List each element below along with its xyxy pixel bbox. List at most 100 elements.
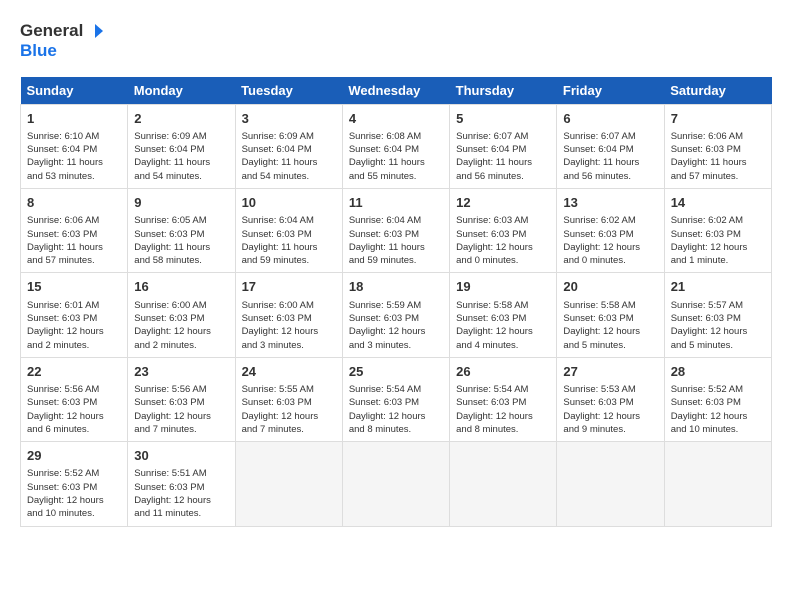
calendar-cell: 28 Sunrise: 5:52 AM Sunset: 6:03 PM Dayli…	[664, 357, 771, 441]
day-number: 4	[349, 110, 443, 128]
day-info: Sunrise: 5:54 AM Sunset: 6:03 PM Dayligh…	[456, 383, 550, 436]
page-header: General Blue	[20, 20, 772, 61]
day-number: 15	[27, 278, 121, 296]
calendar-cell: 7 Sunrise: 6:06 AM Sunset: 6:03 PM Daylig…	[664, 104, 771, 188]
day-info: Sunrise: 5:52 AM Sunset: 6:03 PM Dayligh…	[27, 467, 121, 520]
col-header-sunday: Sunday	[21, 77, 128, 105]
day-info: Sunrise: 6:04 AM Sunset: 6:03 PM Dayligh…	[242, 214, 336, 267]
day-info: Sunrise: 5:58 AM Sunset: 6:03 PM Dayligh…	[456, 299, 550, 352]
day-number: 26	[456, 363, 550, 381]
day-info: Sunrise: 5:54 AM Sunset: 6:03 PM Dayligh…	[349, 383, 443, 436]
day-number: 17	[242, 278, 336, 296]
calendar-cell	[450, 442, 557, 526]
day-number: 1	[27, 110, 121, 128]
calendar-cell	[342, 442, 449, 526]
calendar-cell: 14 Sunrise: 6:02 AM Sunset: 6:03 PM Dayli…	[664, 189, 771, 273]
calendar-cell: 25 Sunrise: 5:54 AM Sunset: 6:03 PM Dayli…	[342, 357, 449, 441]
day-info: Sunrise: 5:57 AM Sunset: 6:03 PM Dayligh…	[671, 299, 765, 352]
calendar-cell: 20 Sunrise: 5:58 AM Sunset: 6:03 PM Dayli…	[557, 273, 664, 357]
day-number: 29	[27, 447, 121, 465]
calendar-cell: 6 Sunrise: 6:07 AM Sunset: 6:04 PM Daylig…	[557, 104, 664, 188]
calendar-cell: 17 Sunrise: 6:00 AM Sunset: 6:03 PM Dayli…	[235, 273, 342, 357]
day-info: Sunrise: 5:52 AM Sunset: 6:03 PM Dayligh…	[671, 383, 765, 436]
day-number: 14	[671, 194, 765, 212]
calendar-cell: 27 Sunrise: 5:53 AM Sunset: 6:03 PM Dayli…	[557, 357, 664, 441]
day-info: Sunrise: 5:59 AM Sunset: 6:03 PM Dayligh…	[349, 299, 443, 352]
calendar-cell: 12 Sunrise: 6:03 AM Sunset: 6:03 PM Dayli…	[450, 189, 557, 273]
day-info: Sunrise: 6:01 AM Sunset: 6:03 PM Dayligh…	[27, 299, 121, 352]
calendar-cell: 24 Sunrise: 5:55 AM Sunset: 6:03 PM Dayli…	[235, 357, 342, 441]
calendar-cell: 1Sunrise: 6:10 AM Sunset: 6:04 PM Daylig…	[21, 104, 128, 188]
calendar-cell: 30 Sunrise: 5:51 AM Sunset: 6:03 PM Dayli…	[128, 442, 235, 526]
day-number: 21	[671, 278, 765, 296]
calendar-cell: 23Sunrise: 5:56 AM Sunset: 6:03 PM Dayli…	[128, 357, 235, 441]
calendar-cell: 3 Sunrise: 6:09 AM Sunset: 6:04 PM Daylig…	[235, 104, 342, 188]
day-number: 18	[349, 278, 443, 296]
col-header-thursday: Thursday	[450, 77, 557, 105]
calendar-cell: 4 Sunrise: 6:08 AM Sunset: 6:04 PM Daylig…	[342, 104, 449, 188]
day-info: Sunrise: 6:00 AM Sunset: 6:03 PM Dayligh…	[134, 299, 228, 352]
day-info: Sunrise: 6:07 AM Sunset: 6:04 PM Dayligh…	[563, 130, 657, 183]
day-info: Sunrise: 6:02 AM Sunset: 6:03 PM Dayligh…	[563, 214, 657, 267]
calendar-cell	[235, 442, 342, 526]
day-number: 13	[563, 194, 657, 212]
calendar-cell: 26 Sunrise: 5:54 AM Sunset: 6:03 PM Dayli…	[450, 357, 557, 441]
day-info: Sunrise: 6:07 AM Sunset: 6:04 PM Dayligh…	[456, 130, 550, 183]
col-header-monday: Monday	[128, 77, 235, 105]
day-number: 6	[563, 110, 657, 128]
calendar-cell: 18 Sunrise: 5:59 AM Sunset: 6:03 PM Dayli…	[342, 273, 449, 357]
calendar-cell	[557, 442, 664, 526]
col-header-friday: Friday	[557, 77, 664, 105]
calendar-cell: 5 Sunrise: 6:07 AM Sunset: 6:04 PM Daylig…	[450, 104, 557, 188]
calendar-table: SundayMondayTuesdayWednesdayThursdayFrid…	[20, 77, 772, 527]
calendar-cell: 8 Sunrise: 6:06 AM Sunset: 6:03 PM Daylig…	[21, 189, 128, 273]
day-number: 22	[27, 363, 121, 381]
day-info: Sunrise: 6:09 AM Sunset: 6:04 PM Dayligh…	[134, 130, 228, 183]
day-number: 24	[242, 363, 336, 381]
day-number: 30	[134, 447, 228, 465]
col-header-wednesday: Wednesday	[342, 77, 449, 105]
day-number: 25	[349, 363, 443, 381]
day-number: 19	[456, 278, 550, 296]
day-info: Sunrise: 6:00 AM Sunset: 6:03 PM Dayligh…	[242, 299, 336, 352]
day-number: 27	[563, 363, 657, 381]
day-number: 28	[671, 363, 765, 381]
day-info: Sunrise: 6:04 AM Sunset: 6:03 PM Dayligh…	[349, 214, 443, 267]
day-info: Sunrise: 5:53 AM Sunset: 6:03 PM Dayligh…	[563, 383, 657, 436]
calendar-cell: 2 Sunrise: 6:09 AM Sunset: 6:04 PM Daylig…	[128, 104, 235, 188]
day-info: Sunrise: 6:06 AM Sunset: 6:03 PM Dayligh…	[27, 214, 121, 267]
calendar-cell: 29 Sunrise: 5:52 AM Sunset: 6:03 PM Dayli…	[21, 442, 128, 526]
col-header-saturday: Saturday	[664, 77, 771, 105]
day-info: Sunrise: 5:56 AM Sunset: 6:03 PM Dayligh…	[27, 383, 121, 436]
calendar-cell: 10 Sunrise: 6:04 AM Sunset: 6:03 PM Dayli…	[235, 189, 342, 273]
day-info: Sunrise: 6:03 AM Sunset: 6:03 PM Dayligh…	[456, 214, 550, 267]
calendar-cell: 19 Sunrise: 5:58 AM Sunset: 6:03 PM Dayli…	[450, 273, 557, 357]
logo-arrow-icon	[85, 20, 107, 42]
day-info: Sunrise: 6:05 AM Sunset: 6:03 PM Dayligh…	[134, 214, 228, 267]
day-info: Sunrise: 5:58 AM Sunset: 6:03 PM Dayligh…	[563, 299, 657, 352]
day-info: Sunrise: 6:06 AM Sunset: 6:03 PM Dayligh…	[671, 130, 765, 183]
day-number: 10	[242, 194, 336, 212]
calendar-cell: 21 Sunrise: 5:57 AM Sunset: 6:03 PM Dayli…	[664, 273, 771, 357]
day-info: Sunrise: 6:09 AM Sunset: 6:04 PM Dayligh…	[242, 130, 336, 183]
day-number: 11	[349, 194, 443, 212]
day-number: 20	[563, 278, 657, 296]
day-info: Sunrise: 6:08 AM Sunset: 6:04 PM Dayligh…	[349, 130, 443, 183]
day-number: 8	[27, 194, 121, 212]
calendar-cell	[664, 442, 771, 526]
day-number: 9	[134, 194, 228, 212]
calendar-cell: 9 Sunrise: 6:05 AM Sunset: 6:03 PM Daylig…	[128, 189, 235, 273]
day-number: 7	[671, 110, 765, 128]
day-info: Sunrise: 6:02 AM Sunset: 6:03 PM Dayligh…	[671, 214, 765, 267]
calendar-cell: 16Sunrise: 6:00 AM Sunset: 6:03 PM Dayli…	[128, 273, 235, 357]
col-header-tuesday: Tuesday	[235, 77, 342, 105]
calendar-cell: 22 Sunrise: 5:56 AM Sunset: 6:03 PM Dayli…	[21, 357, 128, 441]
day-number: 5	[456, 110, 550, 128]
day-number: 12	[456, 194, 550, 212]
day-info: Sunrise: 5:56 AM Sunset: 6:03 PM Dayligh…	[134, 383, 228, 436]
day-number: 3	[242, 110, 336, 128]
day-info: Sunrise: 5:55 AM Sunset: 6:03 PM Dayligh…	[242, 383, 336, 436]
day-number: 2	[134, 110, 228, 128]
calendar-cell: 11 Sunrise: 6:04 AM Sunset: 6:03 PM Dayli…	[342, 189, 449, 273]
day-info: Sunrise: 5:51 AM Sunset: 6:03 PM Dayligh…	[134, 467, 228, 520]
